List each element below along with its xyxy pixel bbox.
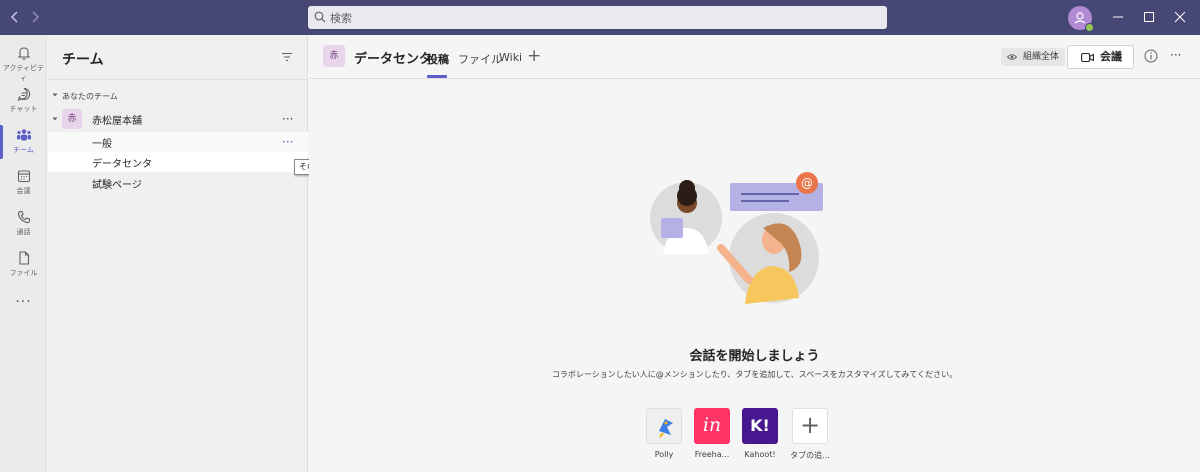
channel-avatar: 赤 xyxy=(323,45,345,67)
plus-icon: + xyxy=(792,408,828,444)
rail-item-chat[interactable]: チャット xyxy=(0,80,47,120)
more-options-button[interactable]: ··· xyxy=(1170,48,1181,62)
chevron-down-icon[interactable] xyxy=(52,116,58,122)
eye-icon xyxy=(1007,54,1017,60)
bell-icon xyxy=(17,47,30,60)
org-label: 組織全体 xyxy=(1023,52,1060,62)
rail-item-calls[interactable]: 通話 xyxy=(0,203,47,243)
rail-item-teams[interactable]: チーム xyxy=(0,121,47,161)
app-tile-add-tab[interactable]: + タブの追... xyxy=(790,408,830,461)
channel-item[interactable]: データセンタ xyxy=(48,152,308,172)
channel-name: データセンタ xyxy=(92,159,152,170)
empty-state-headline: 会話を開始しましょう xyxy=(689,349,820,364)
channel-header: 赤 データセンタ 投稿 ファイル Wiki + 組織全体 会議 ··· xyxy=(309,35,1200,79)
team-row[interactable]: 赤 赤松屋本舗 ··· xyxy=(48,107,308,131)
channel-title: データセンタ xyxy=(354,52,433,67)
filter-icon[interactable] xyxy=(281,52,293,62)
kahoot-icon: K! xyxy=(742,408,778,444)
chevron-left-icon xyxy=(10,11,18,23)
search-icon xyxy=(314,11,326,23)
back-button[interactable] xyxy=(6,8,24,26)
org-wide-badge[interactable]: 組織全体 xyxy=(1001,48,1066,66)
channel-name: 一般 xyxy=(92,139,112,150)
main-content: 赤 データセンタ 投稿 ファイル Wiki + 組織全体 会議 ··· @ 会話… xyxy=(309,35,1200,472)
teams-icon xyxy=(16,129,31,141)
search-input[interactable]: 検索 xyxy=(308,6,887,29)
file-icon xyxy=(18,251,29,265)
maximize-button[interactable] xyxy=(1141,9,1157,25)
title-bar: 検索 xyxy=(0,0,1200,35)
chevron-right-icon xyxy=(32,11,40,23)
polly-icon xyxy=(646,408,682,444)
rail-item-files[interactable]: ファイル xyxy=(0,244,47,284)
calendar-icon xyxy=(17,170,30,183)
section-label: あなたのチーム xyxy=(62,92,118,101)
app-tile-polly[interactable]: Polly xyxy=(646,408,682,459)
phone-icon xyxy=(17,210,30,224)
app-tile-kahoot[interactable]: K! Kahoot! xyxy=(742,408,778,459)
team-name: 赤松屋本舗 xyxy=(92,116,142,127)
team-more-options-button[interactable]: ··· xyxy=(282,113,293,125)
video-camera-icon xyxy=(1081,52,1094,63)
divider xyxy=(48,79,308,80)
rail-label: チャット xyxy=(9,105,38,113)
app-name: タブの追... xyxy=(790,451,830,460)
search-placeholder: 検索 xyxy=(330,12,352,25)
tab-posts[interactable]: 投稿 xyxy=(427,51,449,67)
tab-wiki[interactable]: Wiki xyxy=(499,51,522,64)
panel-title: チーム xyxy=(62,52,104,68)
chevron-down-icon[interactable] xyxy=(52,92,58,98)
conversation-illustration: @ xyxy=(650,172,823,304)
meet-button[interactable]: 会議 xyxy=(1067,45,1134,69)
app-tile-freehand[interactable]: in Freeha... xyxy=(694,408,730,459)
channel-item[interactable]: 試験ページ xyxy=(48,173,308,193)
empty-state-subline: コラボレーションしたい人に@メンションしたり、タブを追加して、スペースをカスタマ… xyxy=(551,370,958,379)
app-name: Polly xyxy=(654,450,674,459)
more-apps-button[interactable]: ... xyxy=(0,290,47,306)
rail-label: チーム xyxy=(13,146,34,154)
close-button[interactable] xyxy=(1172,9,1188,25)
invision-icon: in xyxy=(694,408,730,444)
tab-files[interactable]: ファイル xyxy=(458,51,502,67)
chat-icon xyxy=(17,87,30,101)
add-tab-button[interactable]: + xyxy=(527,46,541,66)
app-name: Kahoot! xyxy=(744,450,776,459)
team-avatar: 赤 xyxy=(62,109,82,129)
rail-label: 通話 xyxy=(16,228,31,236)
app-rail: アクティビティ チャット チーム 会議 通話 ファイル ... xyxy=(0,35,47,472)
forward-button[interactable] xyxy=(26,8,44,26)
minimize-button[interactable] xyxy=(1110,9,1126,25)
teams-panel: チーム あなたのチーム 赤 赤松屋本舗 ··· 一般 ··· データセンタ 試験… xyxy=(48,35,308,472)
user-avatar[interactable] xyxy=(1068,6,1094,32)
rail-item-activity[interactable]: アクティビティ xyxy=(0,39,47,82)
presence-badge xyxy=(1085,23,1094,32)
active-tab-indicator xyxy=(427,75,447,78)
rail-label: ファイル xyxy=(9,269,38,277)
info-icon[interactable] xyxy=(1144,49,1158,63)
rail-label: 会議 xyxy=(16,187,31,195)
svg-text:@: @ xyxy=(801,176,813,190)
channel-name: 試験ページ xyxy=(92,180,142,191)
channel-item[interactable]: 一般 ··· xyxy=(48,132,308,152)
meet-label: 会議 xyxy=(1100,50,1122,63)
channel-more-options-button[interactable]: ··· xyxy=(282,136,293,148)
app-name: Freeha... xyxy=(694,450,730,459)
rail-item-meetings[interactable]: 会議 xyxy=(0,162,47,202)
